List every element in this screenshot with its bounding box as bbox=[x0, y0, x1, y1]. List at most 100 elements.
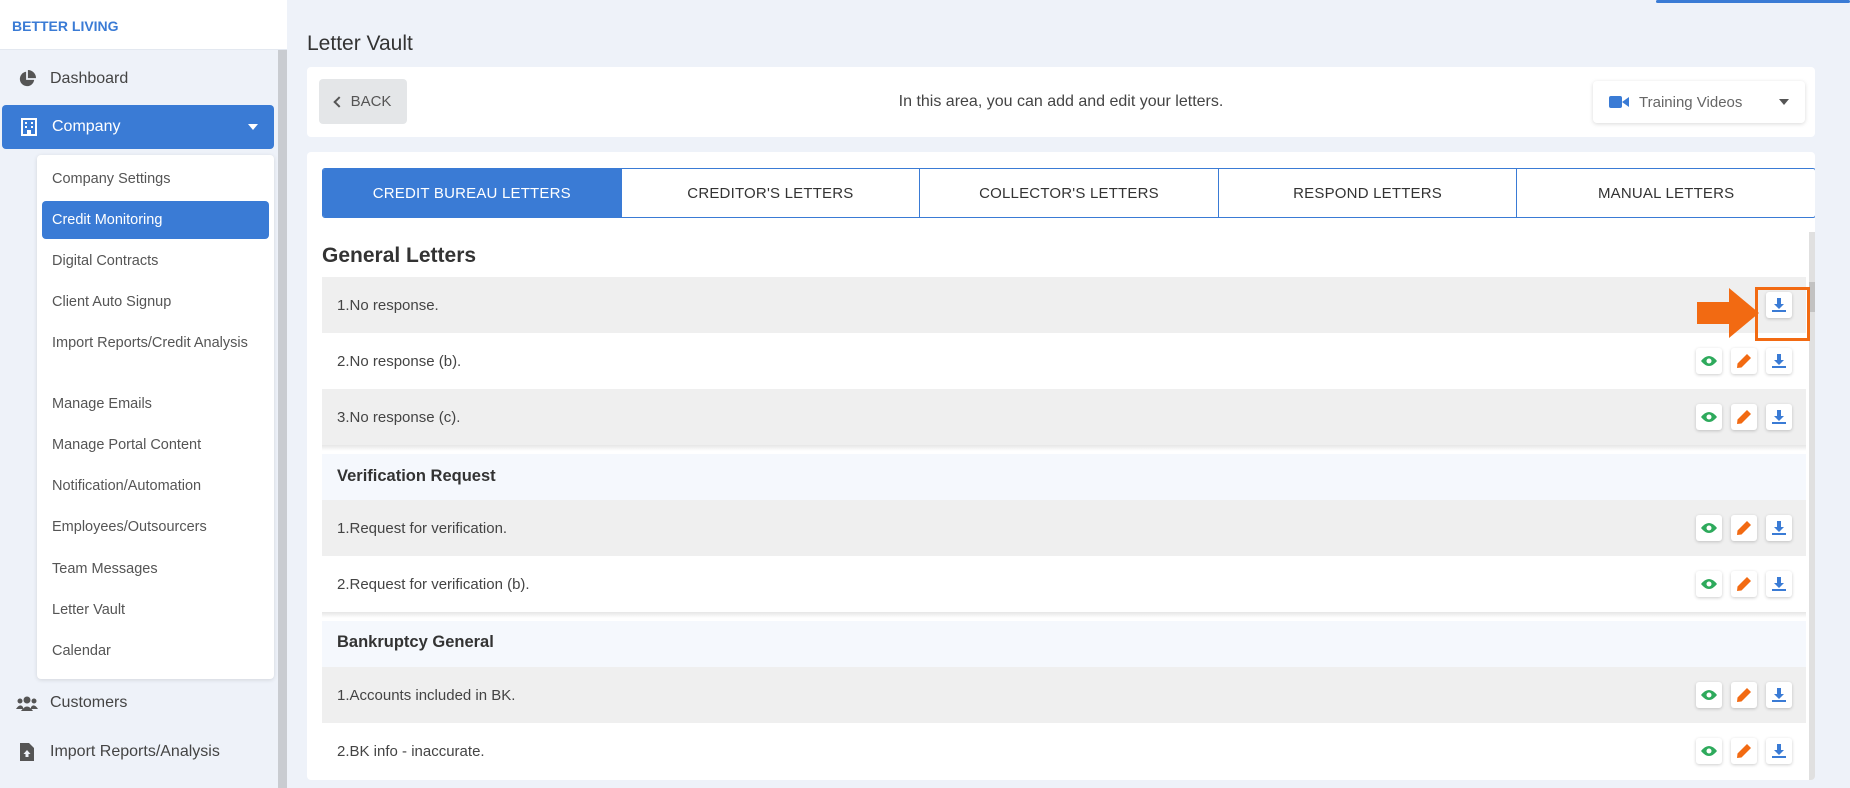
chevron-down-icon bbox=[248, 124, 258, 130]
submenu-letter-vault[interactable]: Letter Vault bbox=[42, 600, 269, 620]
group-header-band bbox=[322, 621, 1806, 667]
download-button[interactable] bbox=[1766, 571, 1792, 597]
letter-name: 1.Accounts included in BK. bbox=[337, 686, 516, 704]
file-upload-icon bbox=[16, 741, 38, 763]
edit-button[interactable] bbox=[1731, 515, 1757, 541]
download-button[interactable] bbox=[1766, 682, 1792, 708]
page-title: Letter Vault bbox=[307, 32, 413, 55]
tab-credit-bureau-letters[interactable]: CREDIT BUREAU LETTERS bbox=[323, 169, 622, 217]
letters-list: General Letters 1.No response. 2.No resp… bbox=[322, 232, 1815, 780]
training-videos-label: Training Videos bbox=[1639, 93, 1743, 111]
download-icon bbox=[1772, 577, 1786, 591]
letter-tabs: CREDIT BUREAU LETTERS CREDITOR'S LETTERS… bbox=[322, 168, 1815, 218]
submenu-employees-outsourcers[interactable]: Employees/Outsourcers bbox=[42, 517, 269, 537]
submenu-team-messages[interactable]: Team Messages bbox=[42, 559, 269, 579]
pie-chart-icon bbox=[16, 68, 38, 90]
training-videos-dropdown[interactable]: Training Videos bbox=[1593, 81, 1805, 123]
submenu-import-reports-credit-analysis[interactable]: Import Reports/Credit Analysis bbox=[42, 333, 269, 353]
highlight-box bbox=[1755, 287, 1810, 341]
company-submenu: Company Settings Credit Monitoring Digit… bbox=[37, 155, 274, 679]
eye-icon bbox=[1701, 690, 1717, 700]
edit-button[interactable] bbox=[1731, 738, 1757, 764]
pencil-icon bbox=[1737, 744, 1751, 758]
download-button[interactable] bbox=[1766, 348, 1792, 374]
letter-row: 1.No response. bbox=[322, 277, 1806, 333]
letter-row: 1.Request for verification. bbox=[322, 500, 1806, 556]
view-button[interactable] bbox=[1696, 571, 1722, 597]
pencil-icon bbox=[1737, 521, 1751, 535]
submenu-credit-monitoring[interactable]: Credit Monitoring bbox=[42, 201, 269, 239]
download-button[interactable] bbox=[1766, 738, 1792, 764]
group-header-band bbox=[322, 454, 1806, 500]
view-button[interactable] bbox=[1696, 682, 1722, 708]
letter-name: 2.Request for verification (b). bbox=[337, 575, 530, 593]
eye-icon bbox=[1701, 412, 1717, 422]
tab-respond-letters[interactable]: RESPOND LETTERS bbox=[1219, 169, 1518, 217]
building-icon bbox=[18, 116, 40, 138]
download-icon bbox=[1772, 410, 1786, 424]
eye-icon bbox=[1701, 579, 1717, 589]
pencil-icon bbox=[1737, 410, 1751, 424]
download-button[interactable] bbox=[1766, 515, 1792, 541]
letter-name: 1.Request for verification. bbox=[337, 519, 508, 537]
submenu-company-settings[interactable]: Company Settings bbox=[42, 169, 269, 189]
eye-icon bbox=[1701, 356, 1717, 366]
group-divider bbox=[322, 445, 1806, 451]
sidebar-item-import-reports[interactable]: Import Reports/Analysis bbox=[0, 730, 274, 774]
group-title-verification-request: Verification Request bbox=[337, 467, 496, 485]
chevron-down-icon bbox=[1779, 99, 1789, 105]
eye-icon bbox=[1701, 746, 1717, 756]
submenu-digital-contracts[interactable]: Digital Contracts bbox=[42, 251, 269, 271]
sidebar-item-label: Import Reports/Analysis bbox=[50, 743, 220, 760]
submenu-calendar[interactable]: Calendar bbox=[42, 641, 269, 661]
arrow-right-icon bbox=[1697, 288, 1759, 338]
pencil-icon bbox=[1737, 688, 1751, 702]
sidebar-item-dashboard[interactable]: Dashboard bbox=[0, 57, 274, 101]
letter-row: 1.Accounts included in BK. bbox=[322, 667, 1806, 723]
group-title-general-letters: General Letters bbox=[322, 244, 477, 267]
edit-button[interactable] bbox=[1731, 682, 1757, 708]
sidebar-item-label: Company bbox=[52, 118, 121, 135]
letter-name: 1.No response. bbox=[337, 296, 439, 314]
download-icon bbox=[1772, 744, 1786, 758]
view-button[interactable] bbox=[1696, 738, 1722, 764]
letter-name: 2.No response (b). bbox=[337, 352, 462, 370]
edit-button[interactable] bbox=[1731, 404, 1757, 430]
letter-row: 3.No response (c). bbox=[322, 389, 1806, 445]
view-button[interactable] bbox=[1696, 404, 1722, 430]
group-divider bbox=[322, 612, 1806, 618]
sidebar-item-label: Customers bbox=[50, 694, 128, 711]
sidebar-item-customers[interactable]: Customers bbox=[0, 681, 274, 725]
submenu-client-auto-signup[interactable]: Client Auto Signup bbox=[42, 292, 269, 312]
letter-row: 2.No response (b). bbox=[322, 333, 1806, 389]
group-title-bankruptcy-general: Bankruptcy General bbox=[337, 633, 494, 651]
edit-button[interactable] bbox=[1731, 348, 1757, 374]
tab-creditors-letters[interactable]: CREDITOR'S LETTERS bbox=[622, 169, 921, 217]
download-icon bbox=[1772, 354, 1786, 368]
letter-row: 2.Request for verification (b). bbox=[322, 556, 1806, 612]
submenu-manage-portal-content[interactable]: Manage Portal Content bbox=[42, 435, 269, 455]
eye-icon bbox=[1701, 523, 1717, 533]
letter-name: 3.No response (c). bbox=[337, 408, 461, 426]
brand-logo[interactable]: BETTER LIVING bbox=[0, 0, 287, 50]
header-card: BACK In this area, you can add and edit … bbox=[307, 67, 1815, 137]
sidebar-item-company[interactable]: Company bbox=[2, 105, 274, 149]
header-description: In this area, you can add and edit your … bbox=[898, 93, 1224, 110]
submenu-notification-automation[interactable]: Notification/Automation bbox=[42, 476, 269, 496]
download-button[interactable] bbox=[1766, 404, 1792, 430]
sidebar-scrollbar[interactable] bbox=[278, 50, 287, 788]
view-button[interactable] bbox=[1696, 348, 1722, 374]
edit-button[interactable] bbox=[1731, 571, 1757, 597]
pencil-icon bbox=[1737, 577, 1751, 591]
tab-manual-letters[interactable]: MANUAL LETTERS bbox=[1517, 169, 1815, 217]
letters-card: CREDIT BUREAU LETTERS CREDITOR'S LETTERS… bbox=[307, 152, 1815, 780]
letter-name: 2.BK info - inaccurate. bbox=[337, 742, 485, 760]
download-icon bbox=[1772, 521, 1786, 535]
download-icon bbox=[1772, 688, 1786, 702]
users-icon bbox=[16, 692, 38, 714]
sidebar: BETTER LIVING Dashboard Company Company … bbox=[0, 0, 287, 788]
view-button[interactable] bbox=[1696, 515, 1722, 541]
tab-collectors-letters[interactable]: COLLECTOR'S LETTERS bbox=[920, 169, 1219, 217]
pencil-icon bbox=[1737, 354, 1751, 368]
submenu-manage-emails[interactable]: Manage Emails bbox=[42, 394, 269, 414]
